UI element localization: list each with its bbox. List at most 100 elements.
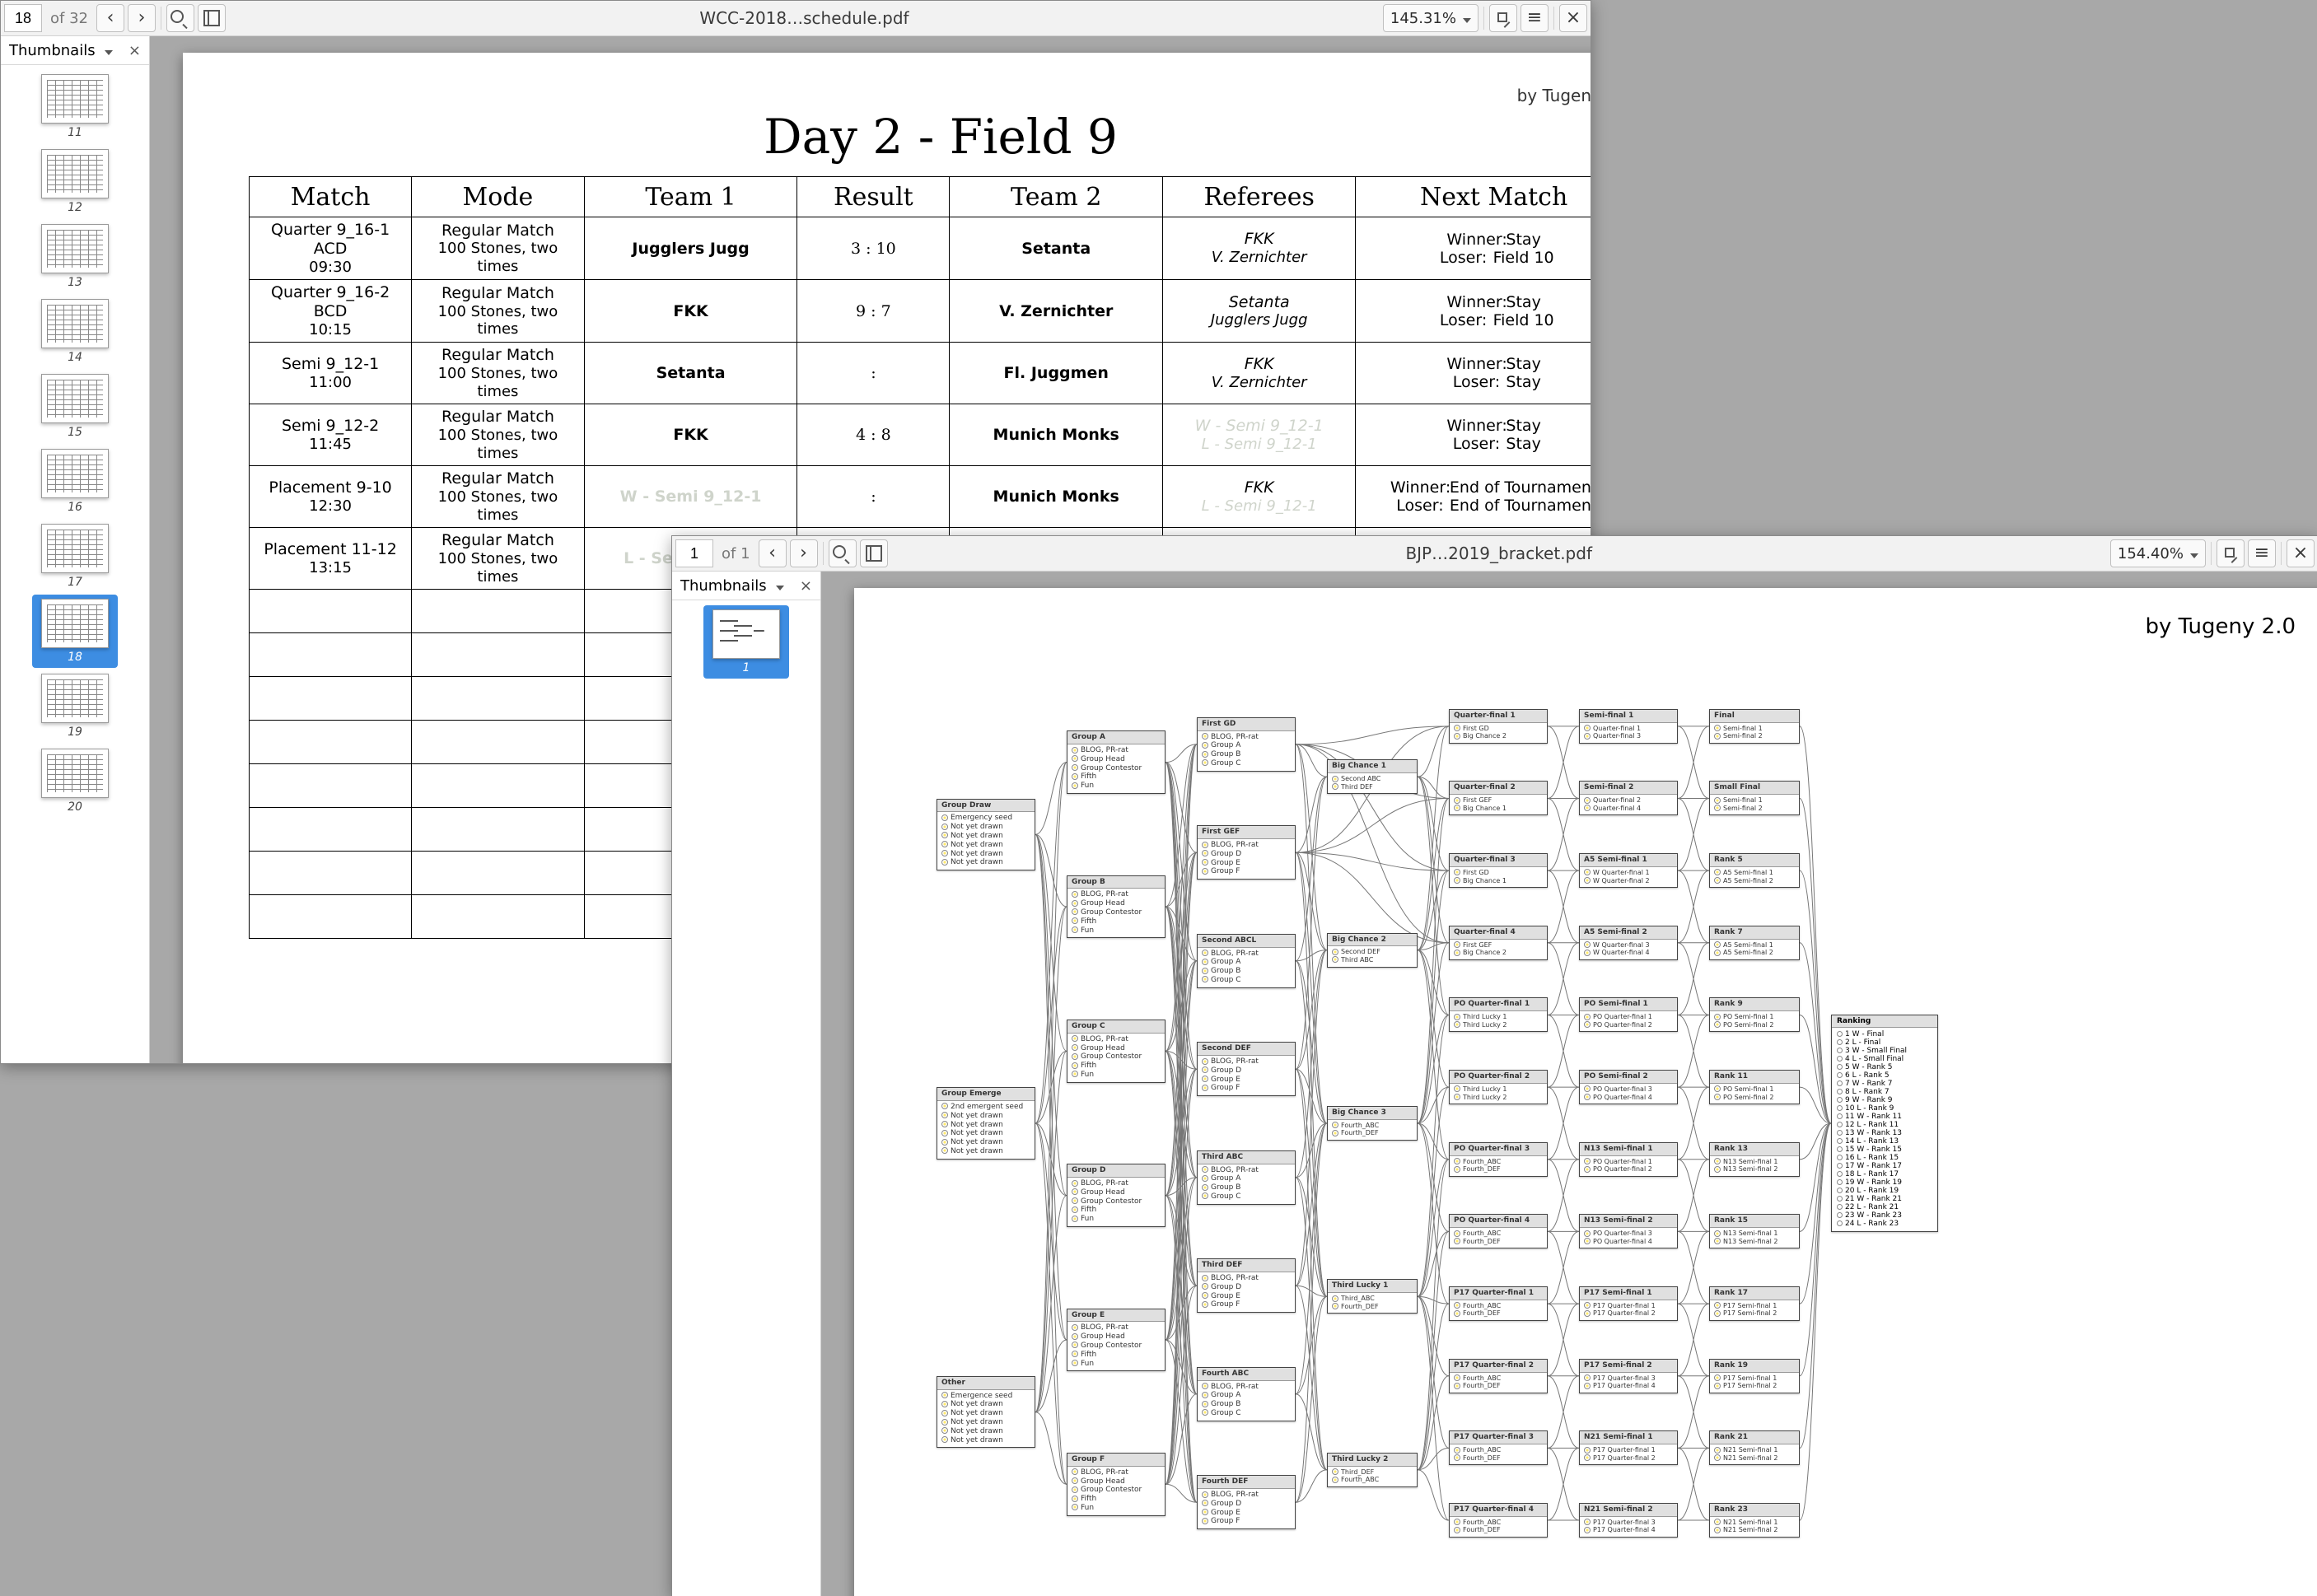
annotate-icon	[1497, 12, 1510, 25]
sidebar-close-button[interactable]: ×	[800, 577, 812, 595]
thumbnail[interactable]: 16	[32, 445, 118, 518]
bracket-node: Quarter-final 3First GDBig Chance 1	[1449, 853, 1548, 888]
pdf-window-2: of 1 BJP…2019_bracket.pdf 154.40% Thumbn…	[671, 535, 2317, 1596]
bracket-node: P17 Quarter-final 3Fourth_ABCFourth_DEF	[1449, 1430, 1548, 1465]
thumbnail[interactable]: 17	[32, 520, 118, 593]
bracket-node: N13 Semi-final 1PO Quarter-final 1PO Qua…	[1579, 1142, 1678, 1177]
menu-button[interactable]	[2248, 539, 2276, 567]
bracket-node: Rank 21N21 Semi-final 1N21 Semi-final 2	[1709, 1430, 1800, 1465]
document-viewport[interactable]: by Tugeny 2.0 Group DrawEmergency seedNo…	[821, 572, 2317, 1596]
thumbnail[interactable]: 20	[32, 744, 118, 818]
bracket-node: Rank 15N13 Semi-final 1N13 Semi-final 2	[1709, 1214, 1800, 1248]
prev-page-button[interactable]	[759, 539, 787, 567]
bracket-node: OtherEmergence seedNot yet drawnNot yet …	[937, 1376, 1035, 1449]
close-window-button[interactable]	[1559, 4, 1587, 32]
thumbnail[interactable]: 12	[32, 145, 118, 218]
find-button[interactable]	[829, 539, 857, 567]
bracket-node: N21 Semi-final 1P17 Quarter-final 1P17 Q…	[1579, 1430, 1678, 1465]
bracket-node: Group DrawEmergency seedNot yet drawnNot…	[937, 799, 1035, 871]
thumbnail-label: 11	[68, 126, 82, 139]
thumbnails-sidebar: Thumbnails × 11 12 13 14 15 16 17	[1, 36, 150, 1063]
chevron-down-icon	[2190, 545, 2198, 562]
bracket-node: Second DEFBLOG, PR-ratGroup DGroup EGrou…	[1197, 1042, 1296, 1096]
schedule-row: Semi 9_12-111:00Regular Match100 Stones,…	[250, 343, 1591, 404]
sidebar-mode-dropdown[interactable]: Thumbnails	[680, 577, 784, 595]
bracket-node: N13 Semi-final 2PO Quarter-final 3PO Qua…	[1579, 1214, 1678, 1248]
sidebar-icon	[866, 545, 882, 562]
prev-page-button[interactable]	[96, 4, 124, 32]
thumbnails-sidebar: Thumbnails × 1	[672, 572, 821, 1596]
bracket-node: Third Lucky 1Third_ABCFourth_DEF	[1327, 1279, 1418, 1314]
zoom-dropdown[interactable]: 145.31%	[1383, 4, 1478, 32]
thumbnail-label: 19	[68, 726, 82, 739]
bracket-node: Fourth ABCBLOG, PR-ratGroup AGroup BGrou…	[1197, 1367, 1296, 1421]
thumbnail-label: 18	[68, 651, 82, 664]
next-page-button[interactable]	[790, 539, 818, 567]
bracket-node: Big Chance 2Second DEFThird ABC	[1327, 933, 1418, 968]
bracket-node: P17 Quarter-final 4Fourth_ABCFourth_DEF	[1449, 1503, 1548, 1538]
annotate-icon	[2224, 547, 2237, 560]
annotate-button[interactable]	[2217, 539, 2245, 567]
window-title: WCC-2018…schedule.pdf	[229, 8, 1380, 28]
column-header: Result	[797, 177, 950, 217]
close-window-button[interactable]	[2287, 539, 2315, 567]
find-button[interactable]	[166, 4, 194, 32]
schedule-row: Quarter 9_16-1 ACD09:30Regular Match100 …	[250, 217, 1591, 280]
chevron-down-icon	[776, 577, 784, 595]
sidebar-mode-dropdown[interactable]: Thumbnails	[9, 42, 113, 59]
bracket-node: P17 Quarter-final 1Fourth_ABCFourth_DEF	[1449, 1286, 1548, 1321]
chevron-down-icon	[105, 42, 113, 59]
bracket-node: Third Lucky 2Third_DEFFourth_ABC	[1327, 1453, 1418, 1487]
thumbnail-label: 15	[68, 426, 82, 439]
bracket-node: First GEFBLOG, PR-ratGroup DGroup EGroup…	[1197, 825, 1296, 880]
thumbnail[interactable]: 1	[703, 605, 789, 679]
sidebar-header: Thumbnails ×	[1, 36, 149, 65]
thumbnail[interactable]: 11	[32, 70, 118, 143]
bracket-node: Group DBLOG, PR-ratGroup HeadGroup Conte…	[1067, 1164, 1166, 1227]
bracket-node: Rank 13N13 Semi-final 1N13 Semi-final 2	[1709, 1142, 1800, 1177]
annotate-button[interactable]	[1489, 4, 1517, 32]
sidebar-toggle-button[interactable]	[860, 539, 888, 567]
byline: by Tugeny 2.0	[249, 86, 1591, 105]
bracket-node: Group ABLOG, PR-ratGroup HeadGroup Conte…	[1067, 730, 1166, 794]
pdf-page: by Tugeny 2.0 Group DrawEmergency seedNo…	[854, 588, 2317, 1596]
bracket-node: Big Chance 1Second ABCThird DEF	[1327, 759, 1418, 794]
hamburger-icon	[1527, 10, 1542, 27]
menu-button[interactable]	[1521, 4, 1549, 32]
sidebar-close-button[interactable]: ×	[128, 42, 141, 59]
page-number-input[interactable]	[675, 539, 713, 567]
column-header: Match	[250, 177, 412, 217]
byline: by Tugeny 2.0	[2145, 614, 2296, 639]
thumbnail[interactable]: 18	[32, 595, 118, 668]
bracket-node: PO Semi-final 2PO Quarter-final 3PO Quar…	[1579, 1070, 1678, 1104]
bracket-node: FinalSemi-final 1Semi-final 2	[1709, 709, 1800, 744]
bracket-node: Group EBLOG, PR-ratGroup HeadGroup Conte…	[1067, 1309, 1166, 1372]
bracket-node: P17 Quarter-final 2Fourth_ABCFourth_DEF	[1449, 1359, 1548, 1393]
bracket-node: Rank 19P17 Semi-final 1P17 Semi-final 2	[1709, 1359, 1800, 1393]
close-icon	[2293, 545, 2308, 562]
page-of-label: of 1	[717, 545, 755, 562]
bracket-node: PO Semi-final 1PO Quarter-final 1PO Quar…	[1579, 997, 1678, 1032]
thumbnail[interactable]: 19	[32, 670, 118, 743]
column-header: Team 1	[584, 177, 797, 217]
next-page-button[interactable]	[128, 4, 156, 32]
bracket-node: PO Quarter-final 3Fourth_ABCFourth_DEF	[1449, 1142, 1548, 1177]
schedule-row: Placement 9-1012:30Regular Match100 Ston…	[250, 466, 1591, 528]
thumbnail[interactable]: 13	[32, 220, 118, 293]
bracket-node: Semi-final 1Quarter-final 1Quarter-final…	[1579, 709, 1678, 744]
bracket-node: A5 Semi-final 2W Quarter-final 3W Quarte…	[1579, 926, 1678, 960]
bracket-node: Quarter-final 1First GDBig Chance 2	[1449, 709, 1548, 744]
page-heading: Day 2 - Field 9	[249, 109, 1591, 165]
bracket-node: Group Emerge2nd emergent seedNot yet dra…	[937, 1087, 1035, 1160]
bracket-node: Rank 7A5 Semi-final 1A5 Semi-final 2	[1709, 926, 1800, 960]
sidebar-toggle-button[interactable]	[198, 4, 226, 32]
bracket-node: Quarter-final 2First GEFBig Chance 1	[1449, 781, 1548, 815]
thumbnail[interactable]: 15	[32, 370, 118, 443]
bracket-node: Rank 23N21 Semi-final 1N21 Semi-final 2	[1709, 1503, 1800, 1538]
page-number-input[interactable]	[4, 4, 42, 32]
zoom-dropdown[interactable]: 154.40%	[2110, 539, 2206, 567]
thumbnail[interactable]: 14	[32, 295, 118, 368]
bracket-node: Semi-final 2Quarter-final 2Quarter-final…	[1579, 781, 1678, 815]
schedule-row: Quarter 9_16-2 BCD10:15Regular Match100 …	[250, 280, 1591, 343]
thumbnail-label: 20	[68, 800, 82, 814]
